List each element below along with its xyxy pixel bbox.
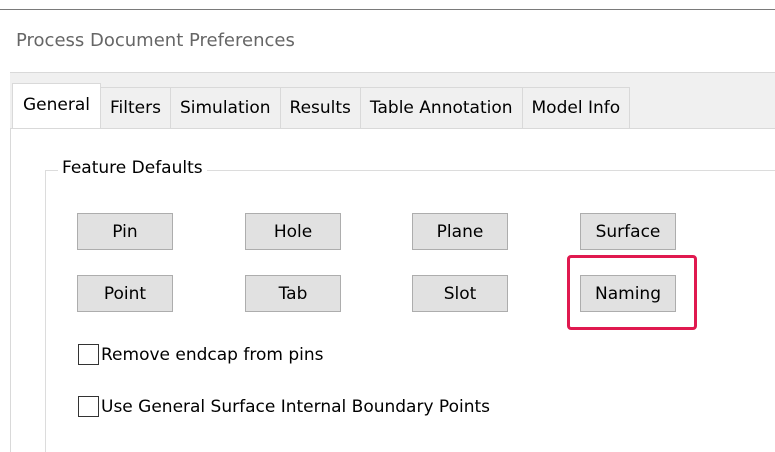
tab-results[interactable]: Results xyxy=(280,87,361,128)
naming-button[interactable]: Naming xyxy=(580,275,676,312)
plane-button[interactable]: Plane xyxy=(412,213,508,250)
slot-button[interactable]: Slot xyxy=(412,275,508,312)
tab-general[interactable]: General xyxy=(12,83,101,128)
tab-strip: General Filters Simulation Results Table… xyxy=(12,83,631,129)
tab-simulation[interactable]: Simulation xyxy=(170,87,281,128)
remove-endcap-label: Remove endcap from pins xyxy=(101,344,324,365)
window-top-border xyxy=(0,9,775,10)
tab-model-info[interactable]: Model Info xyxy=(522,87,631,128)
remove-endcap-checkbox[interactable] xyxy=(78,344,99,365)
boundary-points-checkbox[interactable] xyxy=(78,396,99,417)
boundary-points-option[interactable]: Use General Surface Internal Boundary Po… xyxy=(78,396,490,417)
hole-button[interactable]: Hole xyxy=(245,213,341,250)
pin-button[interactable]: Pin xyxy=(77,213,173,250)
boundary-points-label: Use General Surface Internal Boundary Po… xyxy=(101,396,490,417)
tab-button[interactable]: Tab xyxy=(245,275,341,312)
point-button[interactable]: Point xyxy=(77,275,173,312)
tab-filters[interactable]: Filters xyxy=(101,87,171,128)
window-title: Process Document Preferences xyxy=(16,30,295,51)
tab-table-annotation[interactable]: Table Annotation xyxy=(360,87,523,128)
remove-endcap-option[interactable]: Remove endcap from pins xyxy=(78,344,324,365)
preferences-window: Process Document Preferences General Fil… xyxy=(0,0,775,452)
feature-defaults-label: Feature Defaults xyxy=(58,158,207,178)
surface-button[interactable]: Surface xyxy=(580,213,676,250)
